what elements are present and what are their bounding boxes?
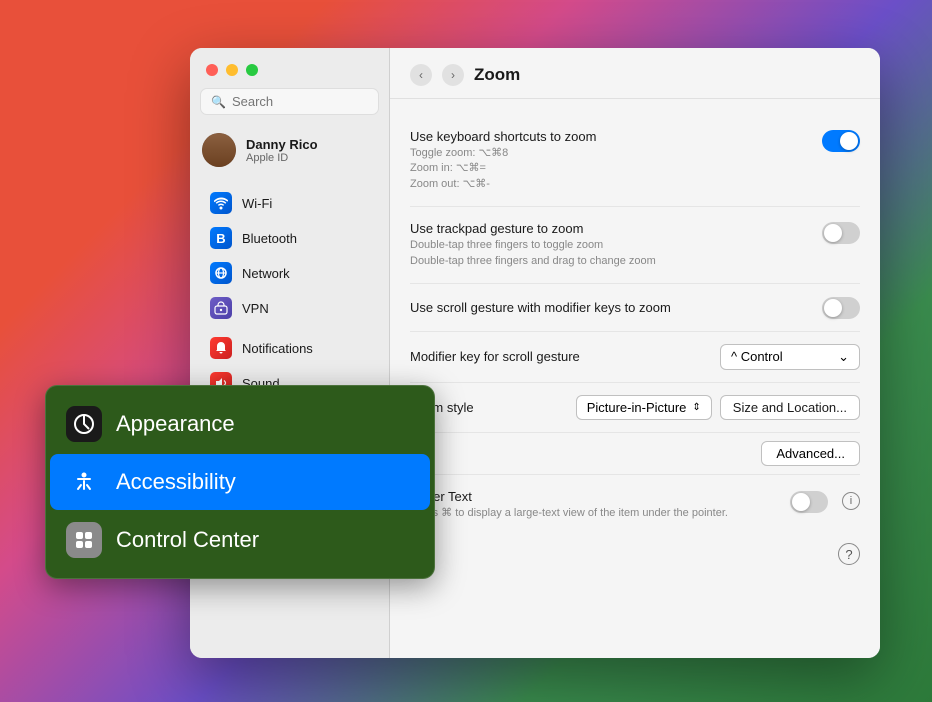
zoom-style-picker[interactable]: Picture-in-Picture ⇕: [576, 395, 712, 420]
scroll-gesture-row: Use scroll gesture with modifier keys to…: [410, 284, 860, 332]
page-title: Zoom: [474, 65, 520, 85]
keyboard-shortcuts-sublabel: Toggle zoom: ⌥⌘8 Zoom in: ⌥⌘= Zoom out: …: [410, 146, 822, 192]
appearance-icon: [66, 406, 102, 442]
zoom-style-controls: Picture-in-Picture ⇕ Size and Location..…: [576, 395, 860, 420]
sidebar-label-network: Network: [242, 266, 290, 281]
modifier-key-label: Modifier key for scroll gesture: [410, 349, 580, 364]
hover-text-sublabel: Press ⌘ to display a large-text view of …: [410, 506, 790, 521]
modifier-key-row: Modifier key for scroll gesture ^ Contro…: [410, 332, 860, 383]
notifications-icon: [210, 337, 232, 359]
chevron-down-icon: ⌄: [838, 349, 849, 365]
trackpad-gesture-label: Use trackpad gesture to zoom: [410, 221, 822, 236]
hover-text-toggle[interactable]: [790, 491, 828, 513]
sidebar-network-section: Wi-Fi B Bluetooth Network: [190, 183, 389, 328]
user-subtitle: Apple ID: [246, 152, 318, 164]
sidebar-label-vpn: VPN: [242, 301, 269, 316]
network-icon: [210, 262, 232, 284]
maximize-button[interactable]: [246, 64, 258, 76]
advanced-button[interactable]: Advanced...: [761, 441, 860, 466]
search-icon: 🔍: [211, 95, 226, 109]
close-button[interactable]: [206, 64, 218, 76]
size-location-button[interactable]: Size and Location...: [720, 395, 860, 420]
sidebar-item-bluetooth[interactable]: B Bluetooth: [196, 221, 383, 255]
wifi-icon: [210, 192, 232, 214]
hover-text-label: Hover Text: [410, 489, 790, 504]
hover-text-info-button[interactable]: i: [842, 492, 860, 510]
scroll-gesture-label: Use scroll gesture with modifier keys to…: [410, 300, 671, 315]
overlay-label-controlcenter: Control Center: [116, 527, 259, 553]
advanced-row: Advanced...: [410, 433, 860, 475]
trackpad-gesture-toggle[interactable]: [822, 222, 860, 244]
keyboard-shortcuts-row: Use keyboard shortcuts to zoom Toggle zo…: [410, 115, 860, 207]
accessibility-icon: [66, 464, 102, 500]
zoom-overlay: Appearance Accessibility Control Center: [45, 385, 435, 579]
sidebar-label-wifi: Wi-Fi: [242, 196, 272, 211]
overlay-label-appearance: Appearance: [116, 411, 235, 437]
sidebar-item-notifications[interactable]: Notifications: [196, 331, 383, 365]
user-info: Danny Rico Apple ID: [246, 137, 318, 164]
trackpad-gesture-row: Use trackpad gesture to zoom Double-tap …: [410, 207, 860, 284]
bluetooth-icon: B: [210, 227, 232, 249]
overlay-item-controlcenter[interactable]: Control Center: [50, 512, 430, 568]
help-row: ?: [410, 535, 860, 573]
keyboard-shortcuts-toggle[interactable]: [822, 130, 860, 152]
back-button[interactable]: ‹: [410, 64, 432, 86]
keyboard-shortcuts-label-group: Use keyboard shortcuts to zoom Toggle zo…: [410, 129, 822, 192]
minimize-button[interactable]: [226, 64, 238, 76]
avatar: [202, 133, 236, 167]
keyboard-shortcuts-label: Use keyboard shortcuts to zoom: [410, 129, 822, 144]
content-header: ‹ › Zoom: [390, 48, 880, 99]
help-button[interactable]: ?: [838, 543, 860, 565]
zoom-style-row: Zoom style Picture-in-Picture ⇕ Size and…: [410, 383, 860, 433]
hover-text-label-group: Hover Text Press ⌘ to display a large-te…: [410, 489, 790, 521]
main-content: ‹ › Zoom Use keyboard shortcuts to zoom …: [390, 48, 880, 658]
sidebar-label-bluetooth: Bluetooth: [242, 231, 297, 246]
window-controls: [190, 48, 389, 88]
overlay-item-accessibility[interactable]: Accessibility: [50, 454, 430, 510]
updown-icon: ⇕: [692, 402, 700, 413]
sidebar-item-vpn[interactable]: VPN: [196, 291, 383, 325]
user-name: Danny Rico: [246, 137, 318, 152]
trackpad-gesture-sublabel: Double-tap three fingers to toggle zoom …: [410, 238, 822, 269]
sidebar-label-notifications: Notifications: [242, 341, 313, 356]
trackpad-gesture-label-group: Use trackpad gesture to zoom Double-tap …: [410, 221, 822, 269]
modifier-key-value: ^ Control: [731, 349, 783, 364]
overlay-label-accessibility: Accessibility: [116, 469, 236, 495]
controlcenter-icon: [66, 522, 102, 558]
scroll-gesture-toggle[interactable]: [822, 297, 860, 319]
sidebar-item-wifi[interactable]: Wi-Fi: [196, 186, 383, 220]
hover-text-row: Hover Text Press ⌘ to display a large-te…: [410, 475, 860, 535]
user-profile[interactable]: Danny Rico Apple ID: [190, 125, 389, 175]
content-body: Use keyboard shortcuts to zoom Toggle zo…: [390, 99, 880, 589]
search-input[interactable]: [232, 94, 368, 109]
modifier-key-dropdown[interactable]: ^ Control ⌄: [720, 344, 860, 370]
sidebar-item-network[interactable]: Network: [196, 256, 383, 290]
overlay-item-appearance[interactable]: Appearance: [50, 396, 430, 452]
forward-button[interactable]: ›: [442, 64, 464, 86]
vpn-icon: [210, 297, 232, 319]
zoom-style-value: Picture-in-Picture: [587, 400, 687, 415]
search-bar[interactable]: 🔍: [200, 88, 379, 115]
